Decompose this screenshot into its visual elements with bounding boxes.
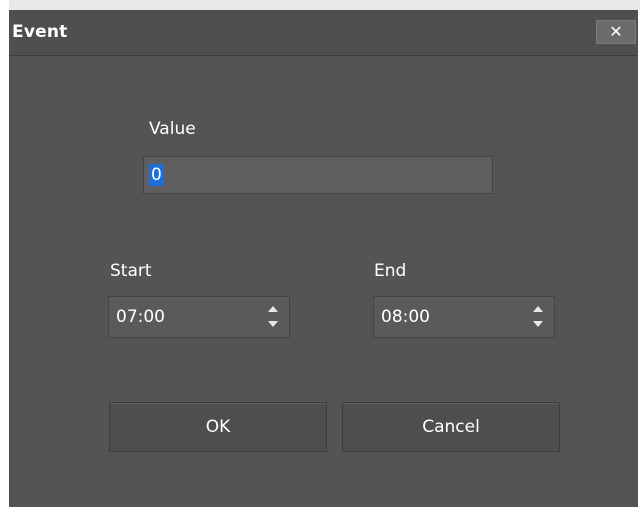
start-time-stepper[interactable] bbox=[266, 302, 280, 332]
end-time-spinbox[interactable]: 08:00 bbox=[373, 296, 555, 338]
close-button[interactable]: ✕ bbox=[596, 20, 636, 44]
value-input[interactable]: 0 bbox=[143, 156, 493, 194]
spin-up-icon[interactable] bbox=[533, 306, 543, 312]
start-label: Start bbox=[110, 261, 152, 281]
start-time-spinbox[interactable]: 07:00 bbox=[108, 296, 290, 338]
cancel-button[interactable]: Cancel bbox=[342, 402, 560, 452]
event-dialog: Event ✕ Value 0 Start 07:00 End 08:00 OK… bbox=[9, 10, 638, 507]
spin-down-icon[interactable] bbox=[533, 321, 543, 327]
value-label: Value bbox=[149, 119, 196, 139]
value-input-text: 0 bbox=[149, 164, 164, 186]
close-icon: ✕ bbox=[609, 22, 623, 41]
end-time-value: 08:00 bbox=[381, 307, 430, 327]
dialog-title: Event bbox=[12, 22, 68, 42]
spin-down-icon[interactable] bbox=[268, 321, 278, 327]
start-time-value: 07:00 bbox=[116, 307, 165, 327]
title-bar[interactable]: Event ✕ bbox=[9, 10, 638, 56]
end-label: End bbox=[374, 261, 407, 281]
background-window-strip bbox=[9, 0, 640, 10]
spin-up-icon[interactable] bbox=[268, 306, 278, 312]
ok-button[interactable]: OK bbox=[109, 402, 327, 452]
end-time-stepper[interactable] bbox=[531, 302, 545, 332]
